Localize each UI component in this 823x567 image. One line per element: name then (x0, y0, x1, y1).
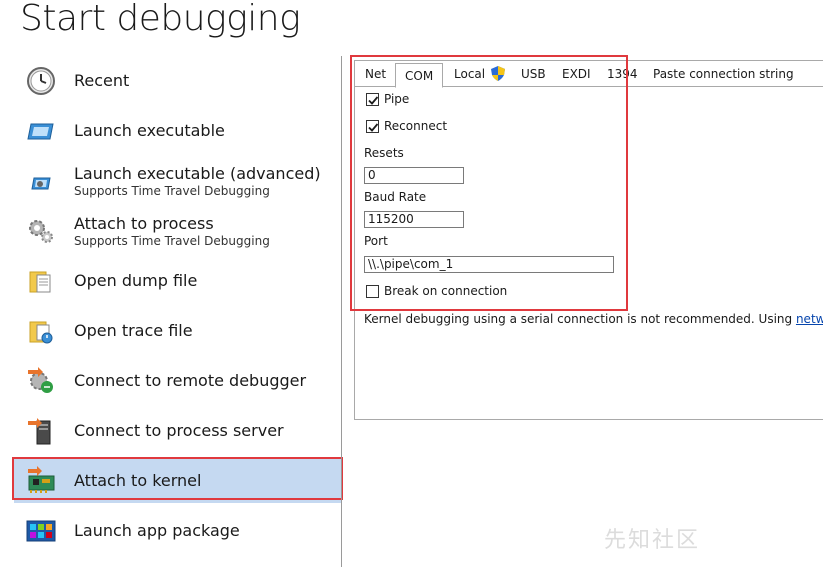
sidebar-item-attach-to-process[interactable]: Attach to process Supports Time Travel D… (14, 209, 342, 253)
sidebar-item-sublabel: Supports Time Travel Debugging (74, 184, 270, 198)
folder-document-icon (26, 266, 56, 296)
tab-1394[interactable]: 1394 (607, 65, 638, 87)
circuit-board-icon (26, 466, 56, 496)
uac-shield-icon (490, 66, 505, 86)
gears-icon (26, 216, 56, 246)
vertical-divider (341, 56, 342, 567)
warning-message: Kernel debugging using a serial connecti… (364, 312, 796, 326)
connection-panel: Net COM Local USB EXDI 1394 Paste connec… (354, 60, 823, 420)
sidebar-item-label: Connect to remote debugger (74, 371, 307, 390)
network-link[interactable]: network (796, 312, 823, 326)
baud-rate-input[interactable]: 115200 (364, 211, 464, 228)
sidebar-item-launch-executable[interactable]: Launch executable (14, 109, 342, 153)
sidebar-item-label: Launch executable (74, 121, 225, 140)
sidebar-item-label: Launch executable (advanced) (74, 164, 321, 183)
checkmark-icon (368, 96, 379, 105)
reconnect-label: Reconnect (384, 119, 448, 133)
window-icon (26, 116, 56, 146)
sidebar-item-label: Attach to process (74, 214, 214, 233)
sidebar-item-connect-process-server[interactable]: Connect to process server (14, 409, 342, 453)
sidebar-item-recent[interactable]: Recent (14, 59, 342, 103)
sidebar-item-label: Attach to kernel (74, 471, 202, 490)
baud-rate-label: Baud Rate (364, 190, 427, 204)
sidebar-item-label: Open dump file (74, 271, 198, 290)
sidebar-item-connect-remote-debugger[interactable]: Connect to remote debugger (14, 359, 342, 403)
tab-usb[interactable]: USB (521, 65, 546, 87)
tab-paste-connection-string[interactable]: Paste connection string (653, 65, 794, 87)
port-input[interactable]: \\.\pipe\com_1 (364, 256, 614, 273)
tab-local[interactable]: Local (454, 65, 505, 87)
sidebar-item-open-dump-file[interactable]: Open dump file (14, 259, 342, 303)
serial-warning-text: Kernel debugging using a serial connecti… (364, 312, 823, 326)
app-grid-icon (26, 516, 56, 546)
sidebar-item-label: Recent (74, 71, 130, 90)
sidebar-item-launch-app-package[interactable]: Launch app package (14, 509, 342, 553)
resets-input[interactable]: 0 (364, 167, 464, 184)
sidebar-item-label: Open trace file (74, 321, 193, 340)
tab-com[interactable]: COM (395, 63, 444, 88)
server-icon (26, 416, 56, 446)
port-label: Port (364, 234, 388, 248)
checkmark-icon (368, 123, 379, 132)
watermark: 先知社区 (604, 528, 701, 553)
clock-icon (26, 66, 56, 96)
sidebar-item-open-trace-file[interactable]: Open trace file (14, 309, 342, 353)
remote-connect-icon (26, 366, 56, 396)
tab-net[interactable]: Net (365, 65, 386, 87)
break-on-connection-label: Break on connection (384, 284, 508, 298)
sidebar-item-label: Connect to process server (74, 421, 284, 440)
gear-window-icon (26, 166, 56, 196)
connection-tabs: Net COM Local USB EXDI 1394 Paste connec… (355, 61, 823, 88)
sidebar-item-sublabel: Supports Time Travel Debugging (74, 234, 270, 248)
folder-trace-icon (26, 316, 56, 346)
sidebar-item-attach-to-kernel[interactable]: Attach to kernel (14, 459, 342, 503)
tab-exdi[interactable]: EXDI (562, 65, 591, 87)
pipe-checkbox[interactable] (366, 93, 379, 106)
pipe-label: Pipe (384, 92, 410, 106)
resets-label: Resets (364, 146, 404, 160)
break-on-connection-checkbox[interactable] (366, 285, 379, 298)
sidebar-item-launch-executable-advanced[interactable]: Launch executable (advanced) Supports Ti… (14, 159, 342, 203)
reconnect-checkbox[interactable] (366, 120, 379, 133)
page-title: Start debugging (20, 0, 301, 39)
sidebar-item-label: Launch app package (74, 521, 240, 540)
tab-label: Local (454, 67, 486, 81)
